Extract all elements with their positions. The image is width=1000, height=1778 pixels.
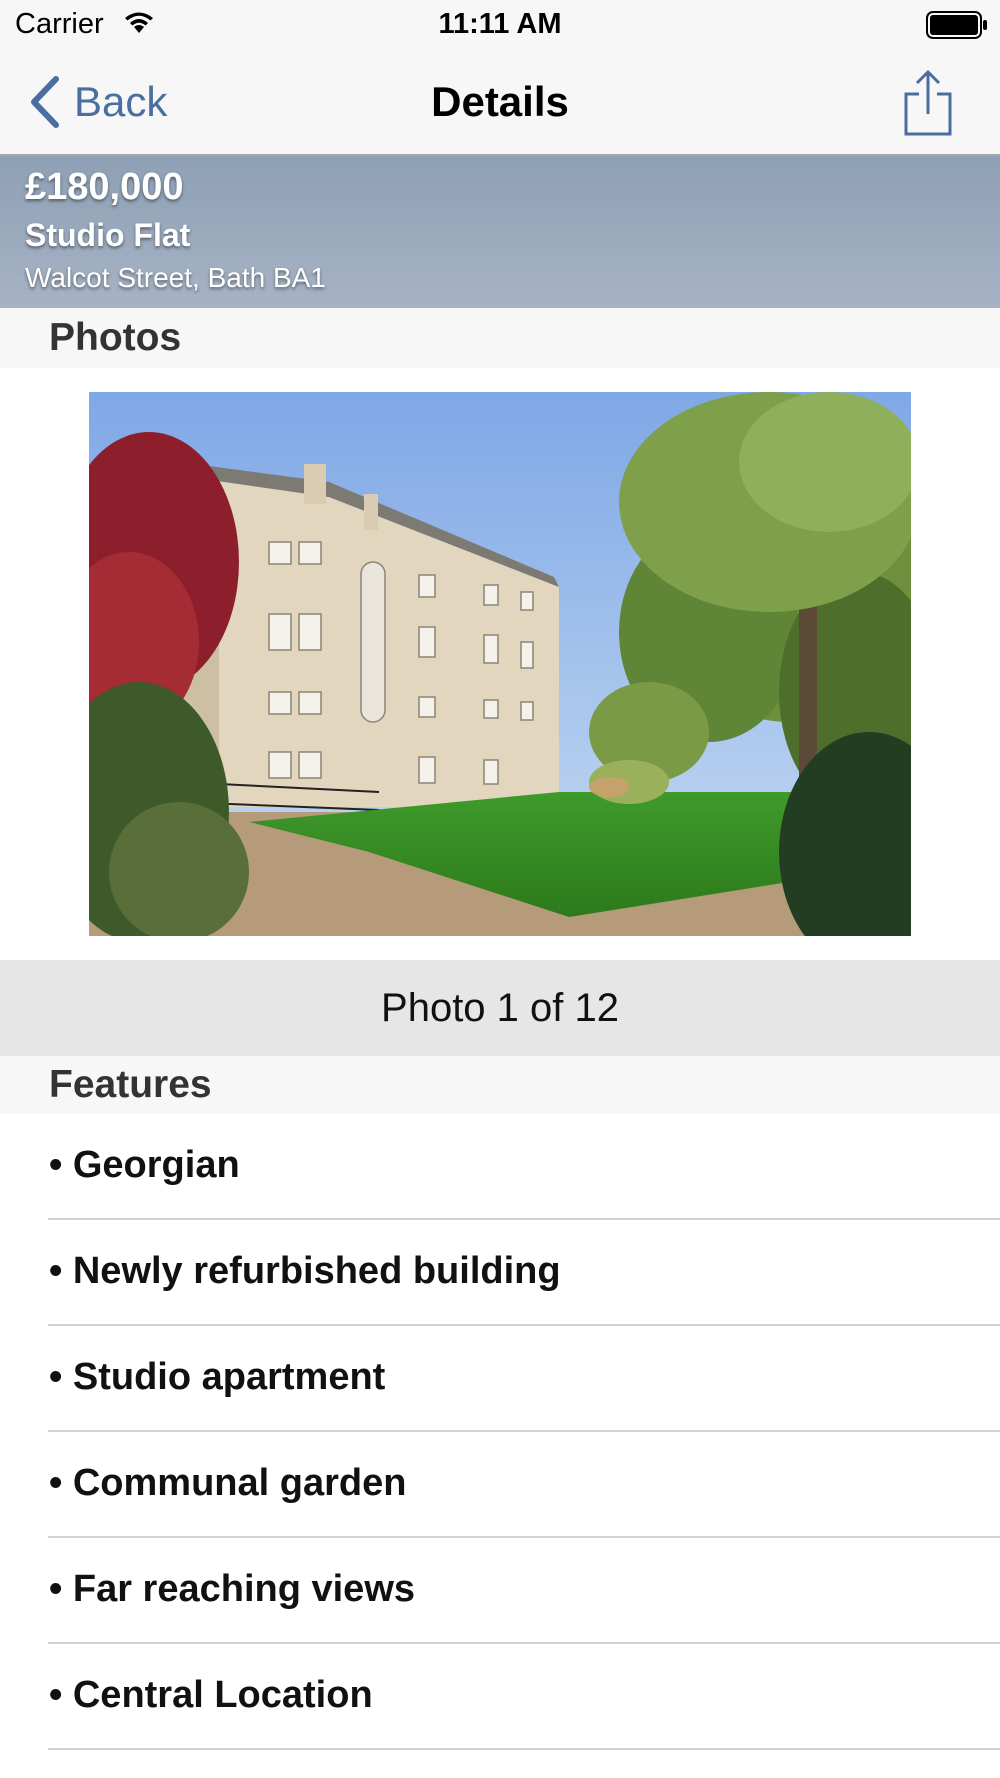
share-button[interactable] bbox=[902, 68, 954, 138]
listing-address: Walcot Street, Bath BA1 bbox=[25, 262, 326, 293]
feature-label: • Far reaching views bbox=[49, 1568, 416, 1610]
features-list: • Georgian • Newly refurbished building … bbox=[0, 1114, 1000, 1750]
feature-label: • Newly refurbished building bbox=[49, 1250, 561, 1292]
row-separator bbox=[48, 1748, 1000, 1750]
feature-label: • Georgian bbox=[49, 1144, 240, 1186]
features-section-header: Features bbox=[0, 1056, 1000, 1114]
photo-counter: Photo 1 of 12 bbox=[0, 960, 1000, 1056]
feature-item: • Georgian bbox=[0, 1114, 1000, 1220]
photos-section-title: Photos bbox=[49, 316, 182, 359]
feature-item: • Communal garden bbox=[0, 1432, 1000, 1538]
photo-counter-label: Photo 1 of 12 bbox=[381, 986, 619, 1030]
feature-label: • Communal garden bbox=[49, 1462, 407, 1504]
navigation-bar: Back Details bbox=[0, 50, 1000, 156]
feature-item: • Newly refurbished building bbox=[0, 1220, 1000, 1326]
battery-icon bbox=[926, 11, 988, 44]
property-photo[interactable] bbox=[89, 392, 911, 936]
feature-item: • Far reaching views bbox=[0, 1538, 1000, 1644]
status-time: 11:11 AM bbox=[438, 8, 562, 40]
feature-item: • Studio apartment bbox=[0, 1326, 1000, 1432]
listing-header: £180,000 Studio Flat Walcot Street, Bath… bbox=[0, 156, 1000, 308]
status-bar: Carrier 11:11 AM bbox=[0, 0, 1000, 50]
listing-type: Studio Flat bbox=[25, 217, 191, 253]
page-title: Details bbox=[431, 78, 569, 125]
feature-label: • Studio apartment bbox=[49, 1356, 386, 1398]
share-icon bbox=[904, 69, 952, 136]
feature-label: • Central Location bbox=[49, 1674, 373, 1716]
features-section-title: Features bbox=[49, 1063, 212, 1106]
listing-price: £180,000 bbox=[25, 166, 184, 208]
photo-area bbox=[0, 368, 1000, 960]
feature-item: • Central Location bbox=[0, 1644, 1000, 1750]
photos-section-header: Photos bbox=[0, 308, 1000, 368]
